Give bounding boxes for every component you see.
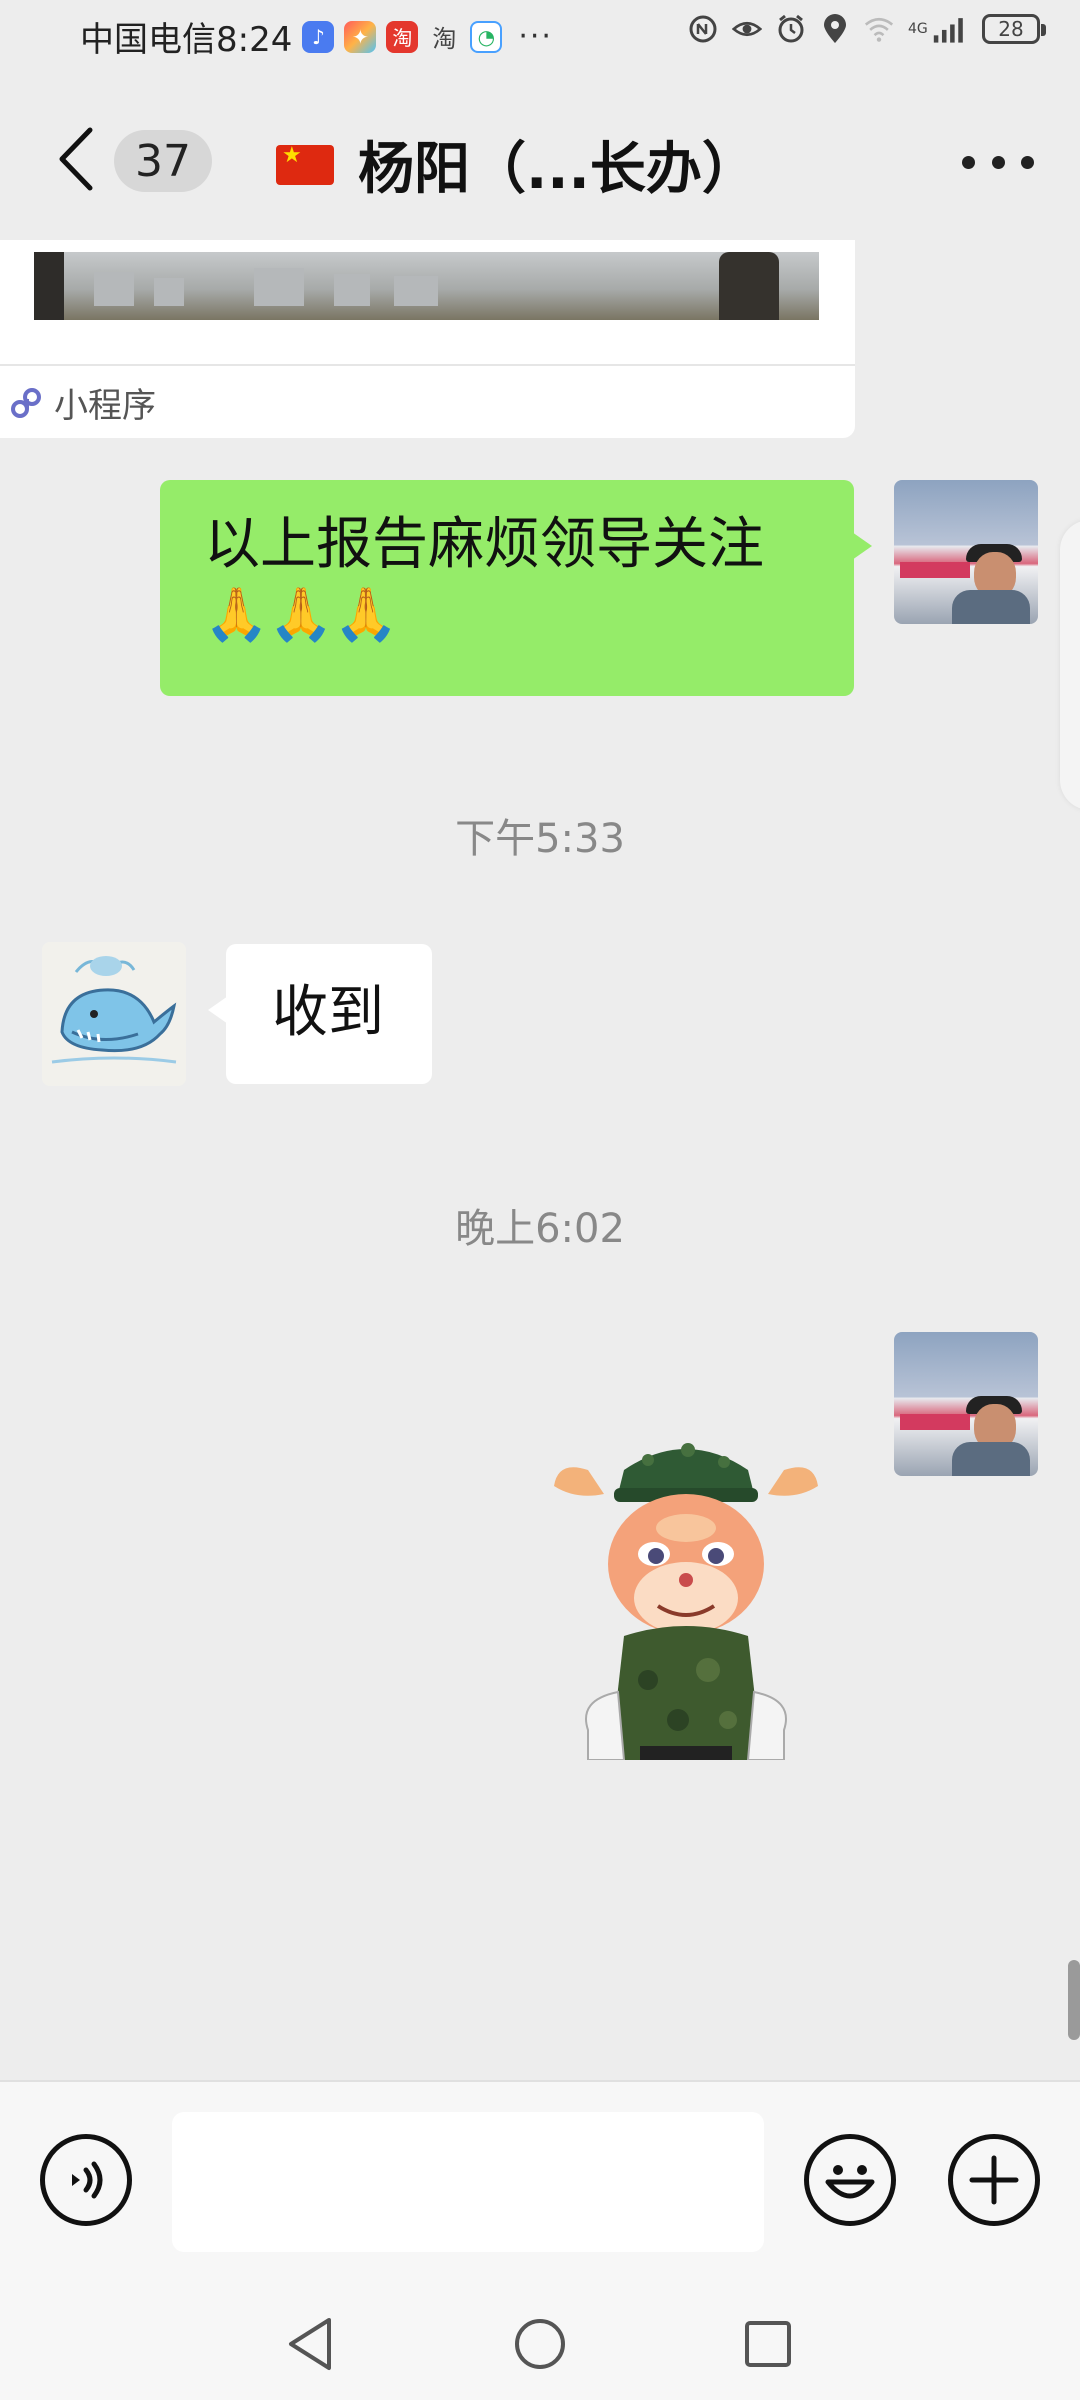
mini-program-label: 小程序 [54,386,156,426]
status-bar: 中国电信8:24 ♪ ✦ 淘 淘 ◔ ··· 4G 28 [0,0,1080,72]
nav-recents-button[interactable] [736,2312,800,2376]
message-bubble-outgoing[interactable]: 以上报告麻烦领导关注 🙏🙏🙏 [160,480,872,696]
whale-avatar-icon [42,942,186,1086]
nfc-icon [688,14,718,44]
timestamp: 晚上6:02 [455,1206,625,1252]
messages-app-icon: ◔ [470,20,503,53]
message-bubble-incoming[interactable]: 收到 [208,944,432,1084]
taobao-text-icon: 淘 [428,21,460,53]
nav-back-button[interactable] [278,2312,342,2376]
more-notifications-indicator: ··· [518,19,553,54]
china-flag-icon [276,143,334,185]
colorful-app-icon: ✦ [344,20,377,53]
voice-button[interactable] [40,2134,132,2226]
message-text: 以上报告麻烦领导关注 [204,512,764,577]
deer-soldier-sticker[interactable] [548,1430,824,1761]
self-avatar[interactable] [894,1332,1038,1476]
eye-icon [732,14,762,44]
battery-indicator: 28 [982,14,1046,44]
mini-program-icon [11,387,41,418]
chat-header: 37 杨阳（...长办） [0,80,1080,240]
square-recents-icon [745,2321,791,2367]
taobao-text: 淘 [432,25,457,53]
battery-level: 28 [998,17,1024,41]
nav-home-button[interactable] [508,2312,572,2376]
message-input[interactable] [172,2112,764,2252]
plus-icon [969,2155,1019,2205]
unread-count-badge[interactable]: 37 [114,130,212,192]
carrier-time: 中国电信8:24 [80,20,293,60]
taobao-label: 淘 [392,26,413,50]
message-text: 收到 [272,980,384,1045]
back-button[interactable] [52,124,102,194]
mini-program-thumbnail [34,252,819,320]
more-functions-button[interactable] [948,2134,1040,2226]
system-navigation-bar [0,2282,1080,2400]
self-avatar[interactable] [894,480,1038,624]
alarm-icon [776,14,806,44]
unread-count: 37 [135,135,191,187]
input-bar [0,2080,1080,2282]
chevron-left-icon [59,127,93,191]
contact-avatar[interactable] [42,942,186,1086]
floating-side-panel[interactable] [1060,520,1080,810]
emoji-button[interactable] [804,2134,896,2226]
mini-program-card[interactable]: 小程序 [0,240,855,438]
more-options-button[interactable] [962,144,1034,180]
voice-icon [72,2161,103,2199]
signal-icon: 4G [908,14,968,44]
wifi-icon [864,14,894,44]
chat-title-group[interactable]: 杨阳（...长办） [276,124,758,205]
circle-home-icon [515,2319,565,2369]
dot-icon [962,155,975,169]
music-app-icon: ♪ [302,20,335,53]
emoji-icon [825,2165,875,2199]
taobao-app-icon: 淘 [386,20,419,53]
message-list[interactable]: 小程序 以上报告麻烦领导关注 🙏🙏🙏 下午5:33 收到 晚上6:02 [0,240,1080,2080]
location-icon [820,14,850,44]
pray-emoji: 🙏🙏🙏 [204,585,399,645]
triangle-back-icon [289,2318,331,2370]
chat-title: 杨阳（...长办） [358,137,758,202]
scrollbar-thumb[interactable] [1068,1960,1080,2040]
timestamp: 下午5:33 [455,816,625,862]
dot-icon [1021,155,1034,169]
chat-screen: 中国电信8:24 ♪ ✦ 淘 淘 ◔ ··· 4G 28 37 ★ 杨阳（...… [0,0,1080,2400]
network-type: 4G [908,21,928,37]
dot-icon [991,155,1005,169]
